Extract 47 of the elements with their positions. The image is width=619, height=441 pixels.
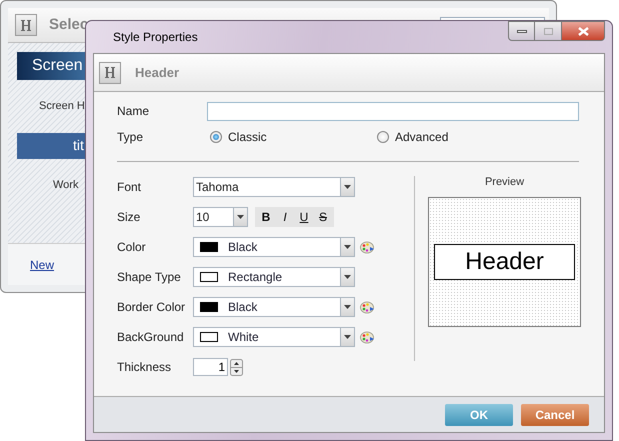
dropdown[interactable]: White bbox=[193, 327, 355, 347]
thickness-field[interactable]: 1 bbox=[193, 358, 228, 376]
field-label: Border Color bbox=[117, 299, 186, 315]
close-button[interactable] bbox=[561, 21, 605, 41]
preview-sample: Header bbox=[434, 244, 575, 280]
format-button[interactable]: S bbox=[315, 209, 331, 225]
palette-icon[interactable] bbox=[360, 240, 375, 254]
dropdown-value: White bbox=[228, 329, 259, 345]
field-label: Thickness bbox=[117, 359, 172, 375]
section-header: Header bbox=[135, 64, 180, 82]
name-field[interactable] bbox=[207, 102, 579, 120]
work-label: Work bbox=[53, 178, 78, 192]
preview-label: Preview bbox=[484, 175, 524, 190]
field-label: BackGround bbox=[117, 329, 185, 345]
dropdown[interactable]: Black bbox=[193, 297, 355, 317]
dropdown[interactable]: Tahoma bbox=[193, 177, 355, 197]
size-dropdown[interactable]: 10 bbox=[193, 207, 248, 227]
close-icon bbox=[578, 26, 588, 36]
palette-icon[interactable] bbox=[360, 300, 375, 314]
field-label: Size bbox=[117, 209, 142, 225]
dialog-title: Style Properties bbox=[112, 29, 198, 45]
header-icon bbox=[99, 62, 121, 84]
radio-option[interactable]: Classic bbox=[210, 129, 377, 145]
screen-label: Screen H bbox=[39, 99, 85, 114]
dropdown-value: Rectangle bbox=[228, 269, 282, 285]
dropdown[interactable]: Rectangle bbox=[193, 267, 355, 287]
field-label: Font bbox=[117, 179, 142, 195]
dropdown[interactable]: Black bbox=[193, 237, 355, 257]
field-label: Shape Type bbox=[117, 269, 182, 285]
format-button[interactable]: B bbox=[258, 209, 274, 225]
palette-icon[interactable] bbox=[360, 330, 375, 344]
format-button[interactable]: U bbox=[296, 209, 312, 225]
dropdown-value: Tahoma bbox=[196, 179, 239, 195]
spinner-arrows[interactable] bbox=[230, 358, 243, 376]
minimize-button[interactable] bbox=[508, 21, 535, 41]
new-link[interactable]: New bbox=[30, 256, 54, 272]
type-label: Type bbox=[117, 129, 144, 145]
maximize-button[interactable] bbox=[535, 21, 561, 41]
header-icon bbox=[15, 14, 37, 36]
name-label: Name bbox=[117, 103, 150, 119]
screen-button[interactable]: Screen bbox=[17, 52, 87, 80]
radio-option[interactable]: Advanced bbox=[377, 129, 544, 145]
field-label: Color bbox=[117, 239, 147, 255]
dropdown-value: Black bbox=[228, 239, 258, 255]
window-title: Selec bbox=[49, 14, 88, 35]
dropdown-value: Black bbox=[228, 299, 258, 315]
format-button[interactable]: I bbox=[277, 209, 293, 225]
